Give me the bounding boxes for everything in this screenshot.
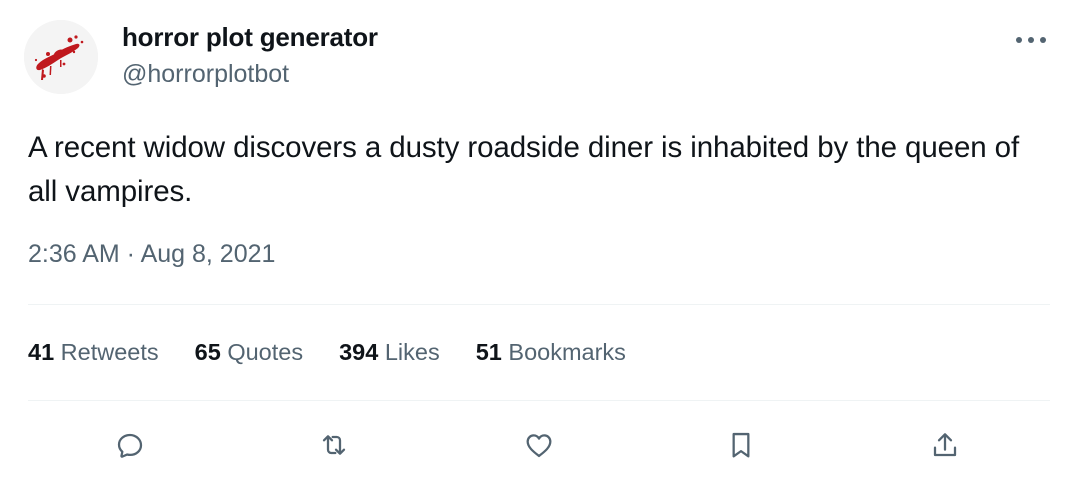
- like-button[interactable]: [514, 420, 564, 470]
- engagement-stats: 41 Retweets 65 Quotes 394 Likes 51 Bookm…: [28, 339, 662, 366]
- share-icon: [933, 433, 957, 457]
- quotes-count: 65: [194, 339, 221, 365]
- tweet-text: A recent widow discovers a dusty roadsid…: [28, 131, 1020, 208]
- tweet-card: horror plot generator @horrorplotbot A r…: [0, 0, 1080, 478]
- divider: [28, 400, 1050, 401]
- likes-label: Likes: [384, 339, 440, 365]
- author-handle[interactable]: @horrorplotbot: [122, 60, 289, 89]
- bookmarks-stat[interactable]: 51 Bookmarks: [476, 339, 626, 366]
- tweet-time-link[interactable]: 2:36 AM: [28, 240, 120, 268]
- bookmarks-count: 51: [475, 339, 502, 365]
- share-button[interactable]: [920, 420, 970, 470]
- tweet-date-link[interactable]: Aug 8, 2021: [141, 240, 276, 268]
- retweet-button[interactable]: [309, 420, 359, 470]
- timestamp-separator: ·: [119, 240, 141, 268]
- reply-icon: [117, 433, 143, 458]
- bookmark-button[interactable]: [716, 420, 766, 470]
- divider: [28, 304, 1050, 305]
- author-display-name[interactable]: horror plot generator: [122, 22, 378, 53]
- likes-count: 394: [339, 339, 379, 365]
- more-dots-icon: [1016, 37, 1046, 43]
- retweets-stat[interactable]: 41 Retweets: [28, 339, 159, 366]
- retweets-count: 41: [28, 339, 55, 365]
- tweet-actions-bar: [0, 420, 1080, 470]
- retweets-label: Retweets: [60, 339, 159, 365]
- bookmarks-label: Bookmarks: [508, 339, 626, 365]
- reply-button[interactable]: [105, 420, 155, 470]
- avatar[interactable]: [24, 20, 98, 94]
- quotes-label: Quotes: [227, 339, 304, 365]
- tweet-timestamp: 2:36 AM · Aug 8, 2021: [28, 240, 275, 269]
- retweet-icon: [322, 435, 346, 455]
- like-icon: [526, 434, 552, 458]
- quotes-stat[interactable]: 65 Quotes: [195, 339, 303, 366]
- bookmark-icon: [732, 432, 750, 458]
- more-options-button[interactable]: [1008, 24, 1054, 56]
- blood-splatter-icon: [24, 20, 98, 94]
- likes-stat[interactable]: 394 Likes: [339, 339, 440, 366]
